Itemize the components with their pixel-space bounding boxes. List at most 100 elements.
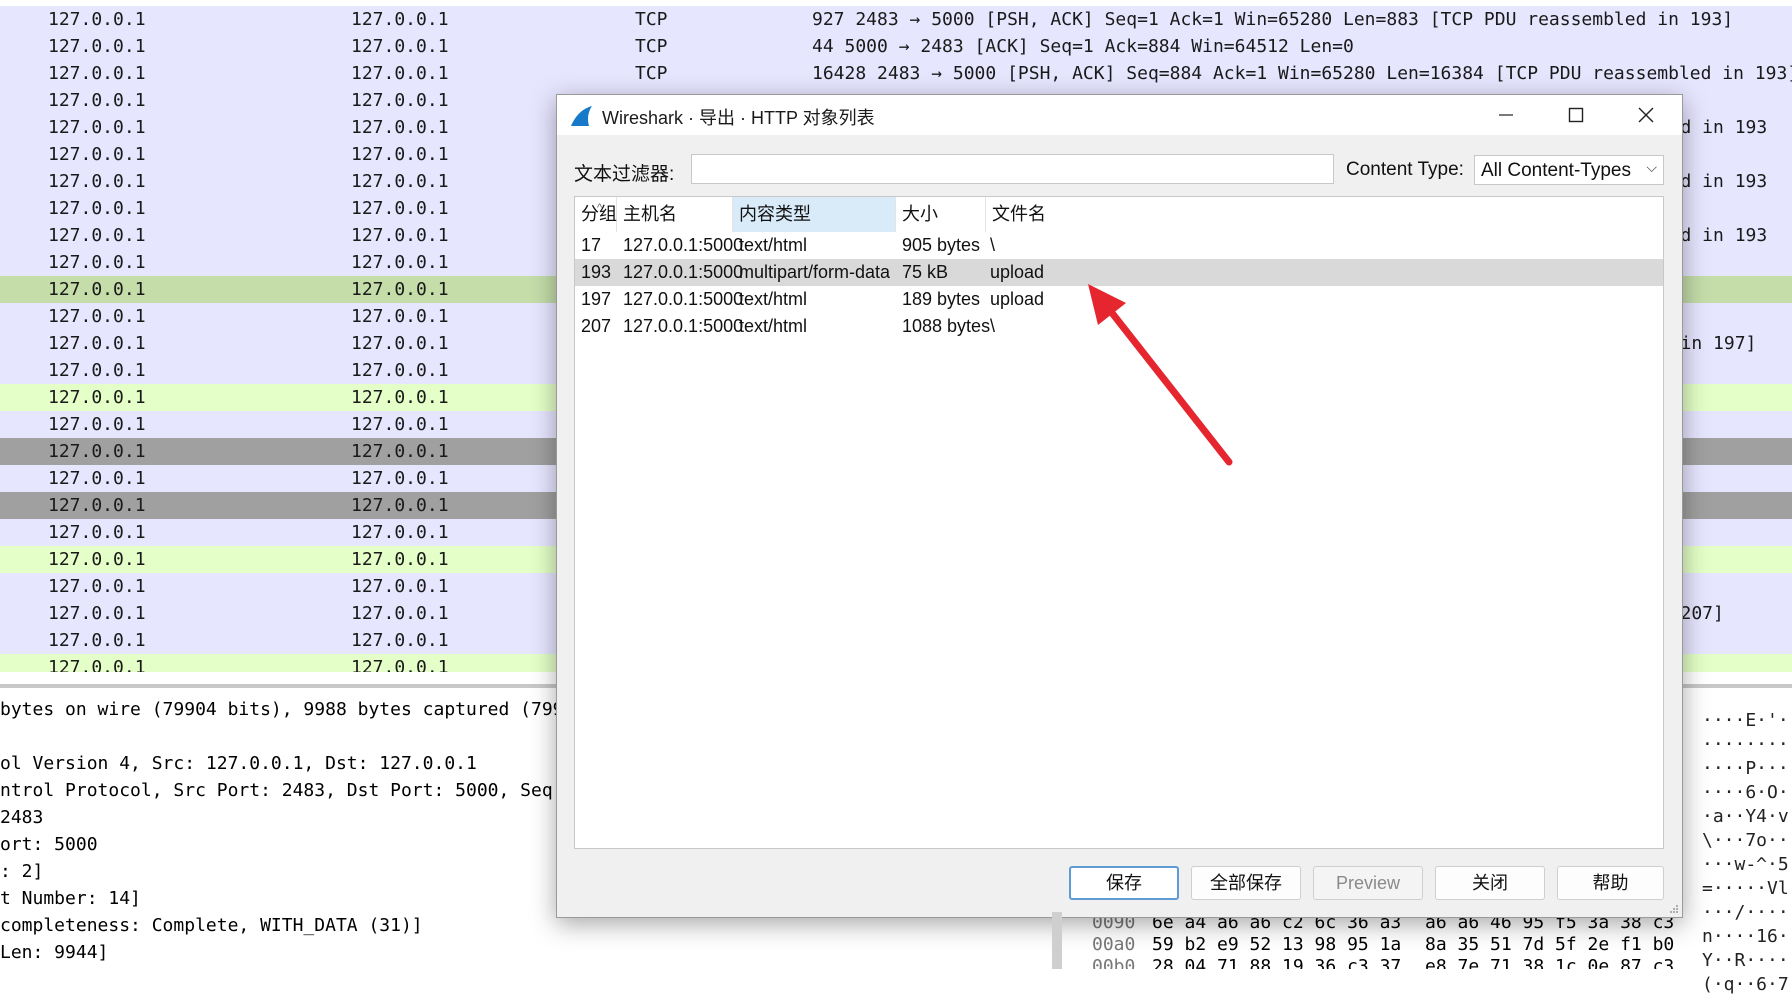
packet-source: 127.0.0.1 <box>48 468 146 489</box>
packet-source: 127.0.0.1 <box>48 252 146 273</box>
ascii-dump-line: Y··R···· <box>1702 950 1789 971</box>
detail-line[interactable]: : 2] <box>0 858 43 885</box>
detail-line[interactable]: ol Version 4, Src: 127.0.0.1, Dst: 127.0… <box>0 750 477 777</box>
preview-button[interactable]: Preview <box>1313 866 1423 900</box>
packet-destination: 127.0.0.1 <box>351 576 449 597</box>
hex-bytes-2: 8a 35 51 7d 5f 2e f1 b0 <box>1425 934 1675 955</box>
packet-source: 127.0.0.1 <box>48 495 146 516</box>
detail-line[interactable]: bytes on wire (79904 bits), 9988 bytes c… <box>0 696 560 723</box>
column-header-hostname[interactable]: 主机名 <box>617 197 733 232</box>
minimize-icon <box>1499 114 1513 116</box>
cell-filename: upload <box>990 262 1045 282</box>
maximize-icon <box>1568 107 1584 123</box>
detail-line[interactable]: Len: 9944] <box>0 939 108 966</box>
dialog-title: Wireshark · 导出 · HTTP 对象列表 <box>602 108 875 128</box>
table-row[interactable]: 17 127.0.0.1:5000 text/html 905 bytes \ <box>575 232 1663 259</box>
column-header-packet[interactable]: ^ 分组 <box>575 197 617 232</box>
column-header-label: 大小 <box>902 204 938 224</box>
ascii-dump-line: =·····Vl <box>1702 878 1789 899</box>
cell-host: 127.0.0.1:5000 <box>623 235 744 255</box>
detail-line[interactable]: completeness: Complete, WITH_DATA (31)] <box>0 912 423 939</box>
packet-source: 127.0.0.1 <box>48 657 146 672</box>
table-row[interactable]: 207 127.0.0.1:5000 text/html 1088 bytes \ <box>575 313 1663 340</box>
ascii-dump-line: ········ <box>1702 734 1789 755</box>
packet-protocol: TCP <box>635 63 668 84</box>
http-objects-table[interactable]: ^ 分组 主机名 内容类型 大小 文件名 17 127.0.0.1:5000 tex… <box>574 196 1664 849</box>
packet-source: 127.0.0.1 <box>48 387 146 408</box>
byte-offset: 00b0 <box>1092 956 1136 969</box>
cell-packet: 197 <box>581 289 612 309</box>
packet-source: 127.0.0.1 <box>48 36 146 57</box>
packet-destination: 127.0.0.1 <box>351 9 449 30</box>
content-type-label: Content Type: <box>1346 159 1464 180</box>
packet-destination: 127.0.0.1 <box>351 360 449 381</box>
save-button[interactable]: 保存 <box>1069 866 1179 900</box>
cell-size: 905 bytes <box>902 235 981 255</box>
maximize-button[interactable] <box>1541 95 1611 135</box>
packet-source: 127.0.0.1 <box>48 549 146 570</box>
save-all-button[interactable]: 全部保存 <box>1191 866 1301 900</box>
packet-details-pane[interactable]: bytes on wire (79904 bits), 9988 bytes c… <box>0 690 560 969</box>
packet-destination: 127.0.0.1 <box>351 414 449 435</box>
detail-line[interactable]: 2483 <box>0 804 43 831</box>
cell-packet: 193 <box>581 262 612 282</box>
packet-row[interactable]: 127.0.0.1 127.0.0.1 TCP 16428 2483 → 5000 [… <box>0 60 1792 87</box>
packet-destination: 127.0.0.1 <box>351 549 449 570</box>
detail-line[interactable]: ntrol Protocol, Src Port: 2483, Dst Port… <box>0 777 560 804</box>
close-icon <box>1638 107 1654 123</box>
packet-source: 127.0.0.1 <box>48 144 146 165</box>
table-row[interactable]: 193 127.0.0.1:5000 multipart/form-data 75 k… <box>575 259 1663 286</box>
column-header-label: 内容类型 <box>739 204 811 224</box>
packet-source: 127.0.0.1 <box>48 225 146 246</box>
ascii-dump-line: ···w-^·5 <box>1702 854 1789 875</box>
resize-grip-icon[interactable] <box>1669 904 1679 914</box>
packet-source: 127.0.0.1 <box>48 198 146 219</box>
hex-bytes-1: 59 b2 e9 52 13 98 95 1a <box>1152 934 1402 955</box>
packet-row[interactable]: 127.0.0.1 127.0.0.1 TCP 927 2483 → 5000 [PS… <box>0 6 1792 33</box>
packet-source: 127.0.0.1 <box>48 279 146 300</box>
packet-source: 127.0.0.1 <box>48 576 146 597</box>
export-http-objects-dialog: Wireshark · 导出 · HTTP 对象列表 文本过滤器: Conten… <box>556 94 1683 918</box>
detail-line[interactable]: ort: 5000 <box>0 831 98 858</box>
column-header-label: 文件名 <box>992 204 1046 224</box>
close-window-button[interactable] <box>1611 95 1681 135</box>
packet-source: 127.0.0.1 <box>48 117 146 138</box>
packet-row[interactable]: 127.0.0.1 127.0.0.1 TCP 44 5000 → 2483 [ACK… <box>0 33 1792 60</box>
text-filter-input[interactable] <box>691 154 1334 184</box>
packet-destination: 127.0.0.1 <box>351 36 449 57</box>
content-type-select[interactable]: All Content-Types ⌵ <box>1474 155 1664 185</box>
column-header-size[interactable]: 大小 <box>896 197 986 232</box>
packet-info: 44 5000 → 2483 [ACK] Seq=1 Ack=884 Win=6… <box>812 36 1354 57</box>
cell-packet: 207 <box>581 316 612 336</box>
packet-destination: 127.0.0.1 <box>351 171 449 192</box>
ascii-dump-line: \···7o·· <box>1702 830 1789 851</box>
cell-ctype: multipart/form-data <box>739 262 891 282</box>
table-row[interactable]: 197 127.0.0.1:5000 text/html 189 bytes uploa… <box>575 286 1663 313</box>
packet-destination: 127.0.0.1 <box>351 603 449 624</box>
ascii-dump-line: ····P··· <box>1702 758 1789 779</box>
wireshark-fin-icon <box>571 106 592 126</box>
minimize-button[interactable] <box>1471 95 1541 135</box>
packet-source: 127.0.0.1 <box>48 630 146 651</box>
help-button[interactable]: 帮助 <box>1557 866 1664 900</box>
packet-source: 127.0.0.1 <box>48 171 146 192</box>
packet-destination: 127.0.0.1 <box>351 225 449 246</box>
hex-bytes-1: 28 04 71 88 19 36 c3 37 <box>1152 956 1402 969</box>
packet-destination: 127.0.0.1 <box>351 117 449 138</box>
dialog-titlebar[interactable]: Wireshark · 导出 · HTTP 对象列表 <box>557 95 1682 135</box>
ascii-dump-line: n····16· <box>1702 926 1789 947</box>
packet-source: 127.0.0.1 <box>48 360 146 381</box>
close-button[interactable]: 关闭 <box>1435 866 1545 900</box>
bytes-scrollbar[interactable] <box>1052 912 1062 969</box>
packet-destination: 127.0.0.1 <box>351 441 449 462</box>
packet-destination: 127.0.0.1 <box>351 657 449 672</box>
content-type-value: All Content-Types <box>1481 160 1631 181</box>
ascii-dump-line: ·a··Y4·v <box>1702 806 1789 827</box>
ascii-dump-line: (·q··6·7 <box>1702 974 1789 995</box>
ascii-dump-line: ····6·O· <box>1702 782 1789 803</box>
column-header-filename[interactable]: 文件名 <box>986 197 1663 232</box>
packet-source: 127.0.0.1 <box>48 414 146 435</box>
column-header-content-type[interactable]: 内容类型 <box>733 197 896 232</box>
detail-line[interactable]: t Number: 14] <box>0 885 141 912</box>
packet-info: 16428 2483 → 5000 [PSH, ACK] Seq=884 Ack… <box>812 63 1792 84</box>
